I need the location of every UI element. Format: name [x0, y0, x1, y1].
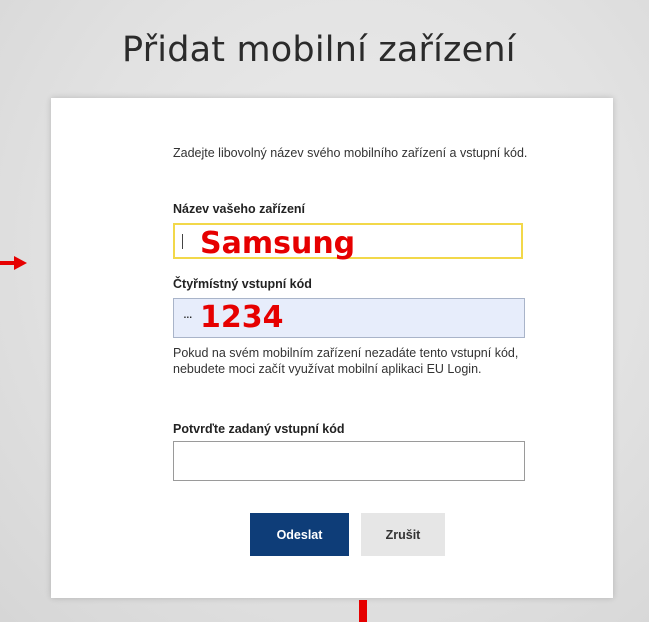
text-caret [182, 234, 183, 249]
intro-text: Zadejte libovolný název svého mobilního … [173, 146, 528, 160]
pin-annotation: 1234 [200, 300, 284, 335]
device-name-annotation: Samsung [200, 226, 356, 261]
add-device-card: Zadejte libovolný název svého mobilního … [51, 98, 613, 598]
pin-label: Čtyřmístný vstupní kód [173, 277, 312, 291]
pointer-arrow-icon [0, 256, 27, 270]
pin-help-text: Pokud na svém mobilním zařízení nezadáte… [173, 346, 519, 376]
confirm-pin-label: Potvrďte zadaný vstupní kód [173, 422, 345, 436]
cancel-button[interactable]: Zrušit [361, 513, 445, 556]
pin-masked-value: ... [183, 305, 193, 321]
device-name-label: Název vašeho zařízení [173, 202, 306, 216]
bottom-marker [359, 600, 367, 622]
submit-button[interactable]: Odeslat [250, 513, 349, 556]
page-title: Přidat mobilní zařízení [122, 30, 516, 70]
confirm-pin-input[interactable] [173, 441, 525, 481]
